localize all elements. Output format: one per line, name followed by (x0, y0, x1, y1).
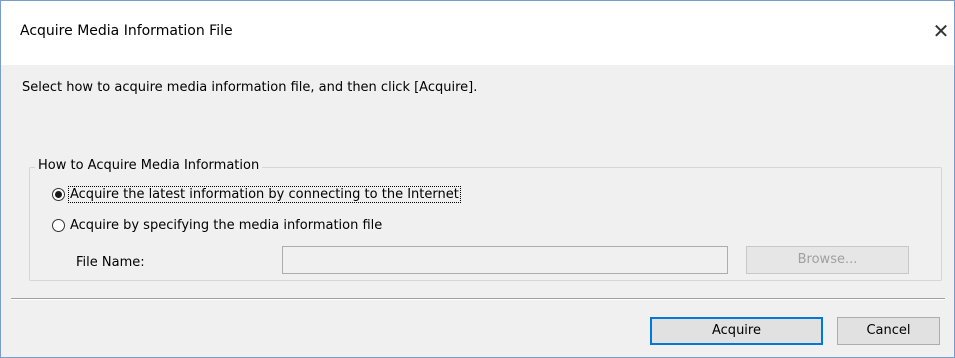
separator (11, 298, 945, 300)
radio-selected-icon[interactable] (52, 187, 65, 201)
close-icon[interactable]: ✕ (929, 17, 953, 45)
radio-unselected-icon[interactable] (52, 218, 65, 232)
instruction-text: Select how to acquire media information … (22, 80, 478, 95)
browse-button[interactable]: Browse... (746, 246, 909, 274)
title-bar: Acquire Media Information File ✕ (1, 1, 954, 65)
file-name-label: File Name: (76, 255, 145, 270)
dialog-title: Acquire Media Information File (20, 23, 233, 39)
radio-option-file[interactable]: Acquire by specifying the media informat… (52, 216, 383, 234)
radio-label-file[interactable]: Acquire by specifying the media informat… (69, 218, 383, 233)
acquire-button[interactable]: Acquire (650, 317, 823, 345)
group-label: How to Acquire Media Information (35, 158, 263, 173)
radio-option-internet[interactable]: Acquire the latest information by connec… (52, 185, 461, 203)
file-name-field[interactable] (282, 246, 728, 274)
cancel-button[interactable]: Cancel (837, 317, 940, 345)
acquire-media-dialog: Acquire Media Information File ✕ Select … (0, 0, 955, 358)
radio-label-internet[interactable]: Acquire the latest information by connec… (68, 185, 461, 203)
